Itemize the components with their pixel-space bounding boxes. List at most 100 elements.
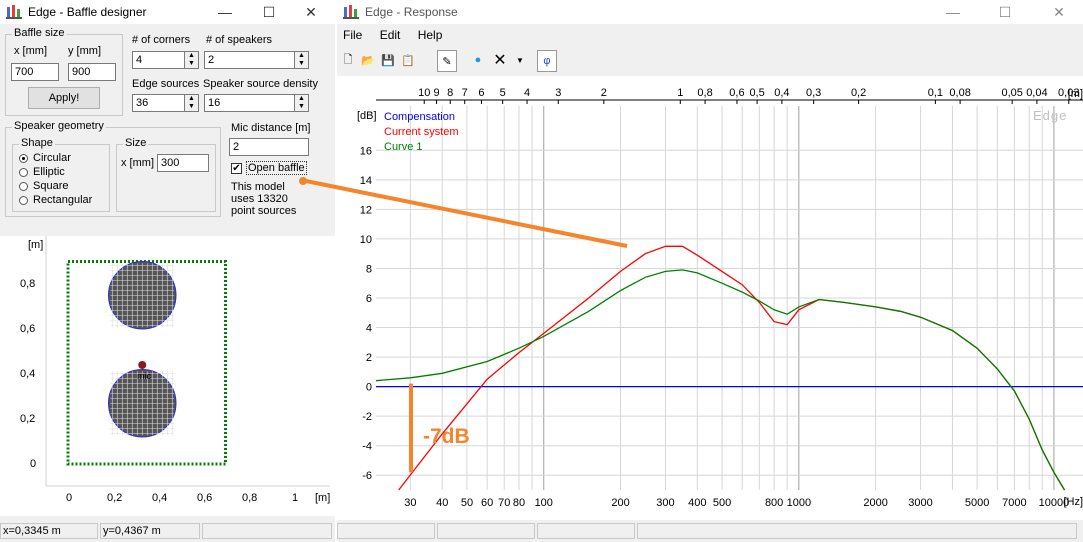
response-titlebar[interactable]: Edge - Response — ☐ ✕ bbox=[337, 0, 1083, 24]
y-tick: 0,2 bbox=[20, 413, 36, 425]
legend-entry: Current system bbox=[384, 126, 459, 138]
delete-icon[interactable]: ✕ bbox=[491, 50, 509, 70]
speaker-geometry-label: Speaker geometry bbox=[12, 120, 106, 132]
top-tick-label: 6 bbox=[478, 87, 484, 99]
x-tick-label: 2000 bbox=[863, 497, 887, 509]
x-axis-label: [Hz] bbox=[1063, 496, 1083, 508]
x-tick-label: 50 bbox=[461, 497, 473, 509]
status-empty bbox=[202, 523, 332, 539]
shape-circular-radio[interactable]: Circular bbox=[19, 152, 71, 164]
y-tick: 0,4 bbox=[20, 368, 36, 380]
baffle-y-input[interactable]: 900 bbox=[68, 63, 116, 81]
y-tick-label: -6 bbox=[362, 470, 372, 482]
minimize-button[interactable]: — bbox=[931, 0, 975, 24]
open-baffle-checkbox[interactable]: ✔ Open baffle bbox=[231, 161, 307, 175]
size-x-label: x [mm] bbox=[121, 157, 154, 169]
x-tick-label: 300 bbox=[656, 497, 674, 509]
x-tick-label: 30 bbox=[404, 497, 416, 509]
shape-rectangular-radio[interactable]: Rectangular bbox=[19, 194, 92, 206]
dropdown-icon[interactable]: ▼ bbox=[511, 50, 529, 70]
edge-sources-input[interactable]: 36 bbox=[132, 94, 186, 112]
maximize-button[interactable]: ☐ bbox=[983, 0, 1027, 24]
top-tick-label: 0,05 bbox=[1001, 87, 1022, 99]
y-tick-label: -4 bbox=[362, 441, 372, 453]
corners-spinner[interactable]: ▲ ▼ bbox=[184, 51, 199, 69]
corners-input[interactable]: 4 bbox=[132, 51, 186, 69]
save-icon[interactable]: 💾 bbox=[379, 50, 397, 70]
baffle-titlebar[interactable]: Edge - Baffle designer — ☐ ✕ bbox=[0, 0, 335, 24]
close-button[interactable]: ✕ bbox=[1037, 0, 1081, 24]
x-tick-label: 60 bbox=[481, 497, 493, 509]
menu-file[interactable]: File bbox=[343, 28, 362, 42]
mic-dot bbox=[138, 361, 147, 369]
y-tick-label: 2 bbox=[366, 352, 372, 364]
baffle-designer-window: Edge - Baffle designer — ☐ ✕ Baffle size… bbox=[0, 0, 335, 542]
top-tick-label: 8 bbox=[447, 87, 453, 99]
shape-elliptic-radio[interactable]: Elliptic bbox=[19, 166, 65, 178]
top-tick-label: 3 bbox=[555, 87, 561, 99]
status-x: x=0,3345 m bbox=[0, 523, 98, 539]
copy-icon[interactable]: 📋 bbox=[399, 50, 417, 70]
source-density-label: Speaker source density bbox=[203, 78, 318, 90]
response-chart[interactable]: -6 -4 -2 0 2 4 6 8 10 12 14 16 30 40 50 60 70 80 100 200 300… bbox=[337, 78, 1083, 520]
apply-button[interactable]: Apply! bbox=[28, 87, 100, 109]
phi-icon[interactable]: φ bbox=[537, 50, 557, 72]
radio-checked-icon bbox=[19, 153, 28, 163]
legend-entry: Compensation bbox=[384, 111, 455, 123]
speaker-icon[interactable]: ● bbox=[469, 50, 487, 70]
status-y: y=0,4367 m bbox=[100, 523, 200, 539]
top-tick-label: 0,04 bbox=[1026, 87, 1047, 99]
size-group: Size x [mm] 300 bbox=[116, 137, 216, 212]
source-density-spinner[interactable]: ▲ ▼ bbox=[294, 94, 309, 112]
source-density-input[interactable]: 16 bbox=[204, 94, 296, 112]
corners-label: # of corners bbox=[132, 34, 191, 46]
x-tick-label: 100 bbox=[535, 497, 553, 509]
shape-square-radio[interactable]: Square bbox=[19, 180, 68, 192]
y-mm-label: y [mm] bbox=[68, 45, 101, 57]
radio-icon bbox=[19, 167, 28, 177]
size-x-input[interactable]: 300 bbox=[157, 154, 209, 172]
baffle-plot[interactable]: [m] 0,8 0,6 0,4 0,2 0 0 0,2 0,4 0,6 0,8 … bbox=[0, 236, 335, 516]
baffle-x-input[interactable]: 700 bbox=[11, 63, 59, 81]
close-button[interactable]: ✕ bbox=[289, 0, 333, 24]
baffle-size-group: Baffle size x [mm] y [mm] 700 900 Apply! bbox=[5, 27, 123, 116]
x-tick-label: 500 bbox=[713, 497, 731, 509]
edge-sources-label: Edge sources bbox=[132, 78, 200, 90]
speakers-spinner[interactable]: ▲ ▼ bbox=[294, 51, 309, 69]
speakers-input[interactable]: 2 bbox=[204, 51, 296, 69]
shape-group: Shape Circular Elliptic Square Rectangul… bbox=[12, 137, 110, 212]
menu-edit[interactable]: Edit bbox=[380, 28, 401, 42]
open-folder-icon[interactable]: 📂 bbox=[359, 50, 377, 70]
new-file-icon[interactable]: 🗋 bbox=[339, 50, 357, 70]
y-tick-label: 8 bbox=[366, 263, 372, 275]
x-tick-label: 800 bbox=[765, 497, 783, 509]
x-tick: 0,8 bbox=[242, 492, 258, 504]
minimize-button[interactable]: — bbox=[203, 0, 247, 24]
baffle-size-label: Baffle size bbox=[12, 27, 67, 39]
x-tick-label: 1000 bbox=[787, 497, 811, 509]
top-tick-label: 0,6 bbox=[729, 87, 744, 99]
size-label: Size bbox=[123, 137, 149, 149]
menu-help[interactable]: Help bbox=[418, 28, 443, 42]
top-tick-label: 1 bbox=[677, 87, 683, 99]
mic-distance-label: Mic distance [m] bbox=[231, 122, 311, 134]
y-tick-label: -2 bbox=[362, 411, 372, 423]
top-tick-label: 7 bbox=[462, 87, 468, 99]
x-tick: 1 bbox=[292, 492, 299, 504]
maximize-button[interactable]: ☐ bbox=[247, 0, 291, 24]
x-tick-label: 70 bbox=[498, 497, 510, 509]
legend-entry: Curve 1 bbox=[384, 141, 423, 153]
edge-sources-spinner[interactable]: ▲ ▼ bbox=[184, 94, 199, 112]
x-tick: 0,6 bbox=[197, 492, 213, 504]
x-tick-label: 5000 bbox=[965, 497, 989, 509]
status-cell bbox=[537, 523, 635, 539]
checkbox-checked-icon: ✔ bbox=[231, 162, 242, 174]
status-cell bbox=[337, 523, 435, 539]
menu-bar: File Edit Help bbox=[337, 24, 1083, 46]
x-tick-label: 400 bbox=[688, 497, 706, 509]
y-tick-label: 0 bbox=[366, 382, 372, 394]
top-tick-label: 0,08 bbox=[949, 87, 970, 99]
mic-distance-input[interactable]: 2 bbox=[229, 138, 309, 156]
pen-icon[interactable]: ✎ bbox=[437, 50, 457, 72]
watermark: Edge bbox=[1033, 108, 1068, 123]
